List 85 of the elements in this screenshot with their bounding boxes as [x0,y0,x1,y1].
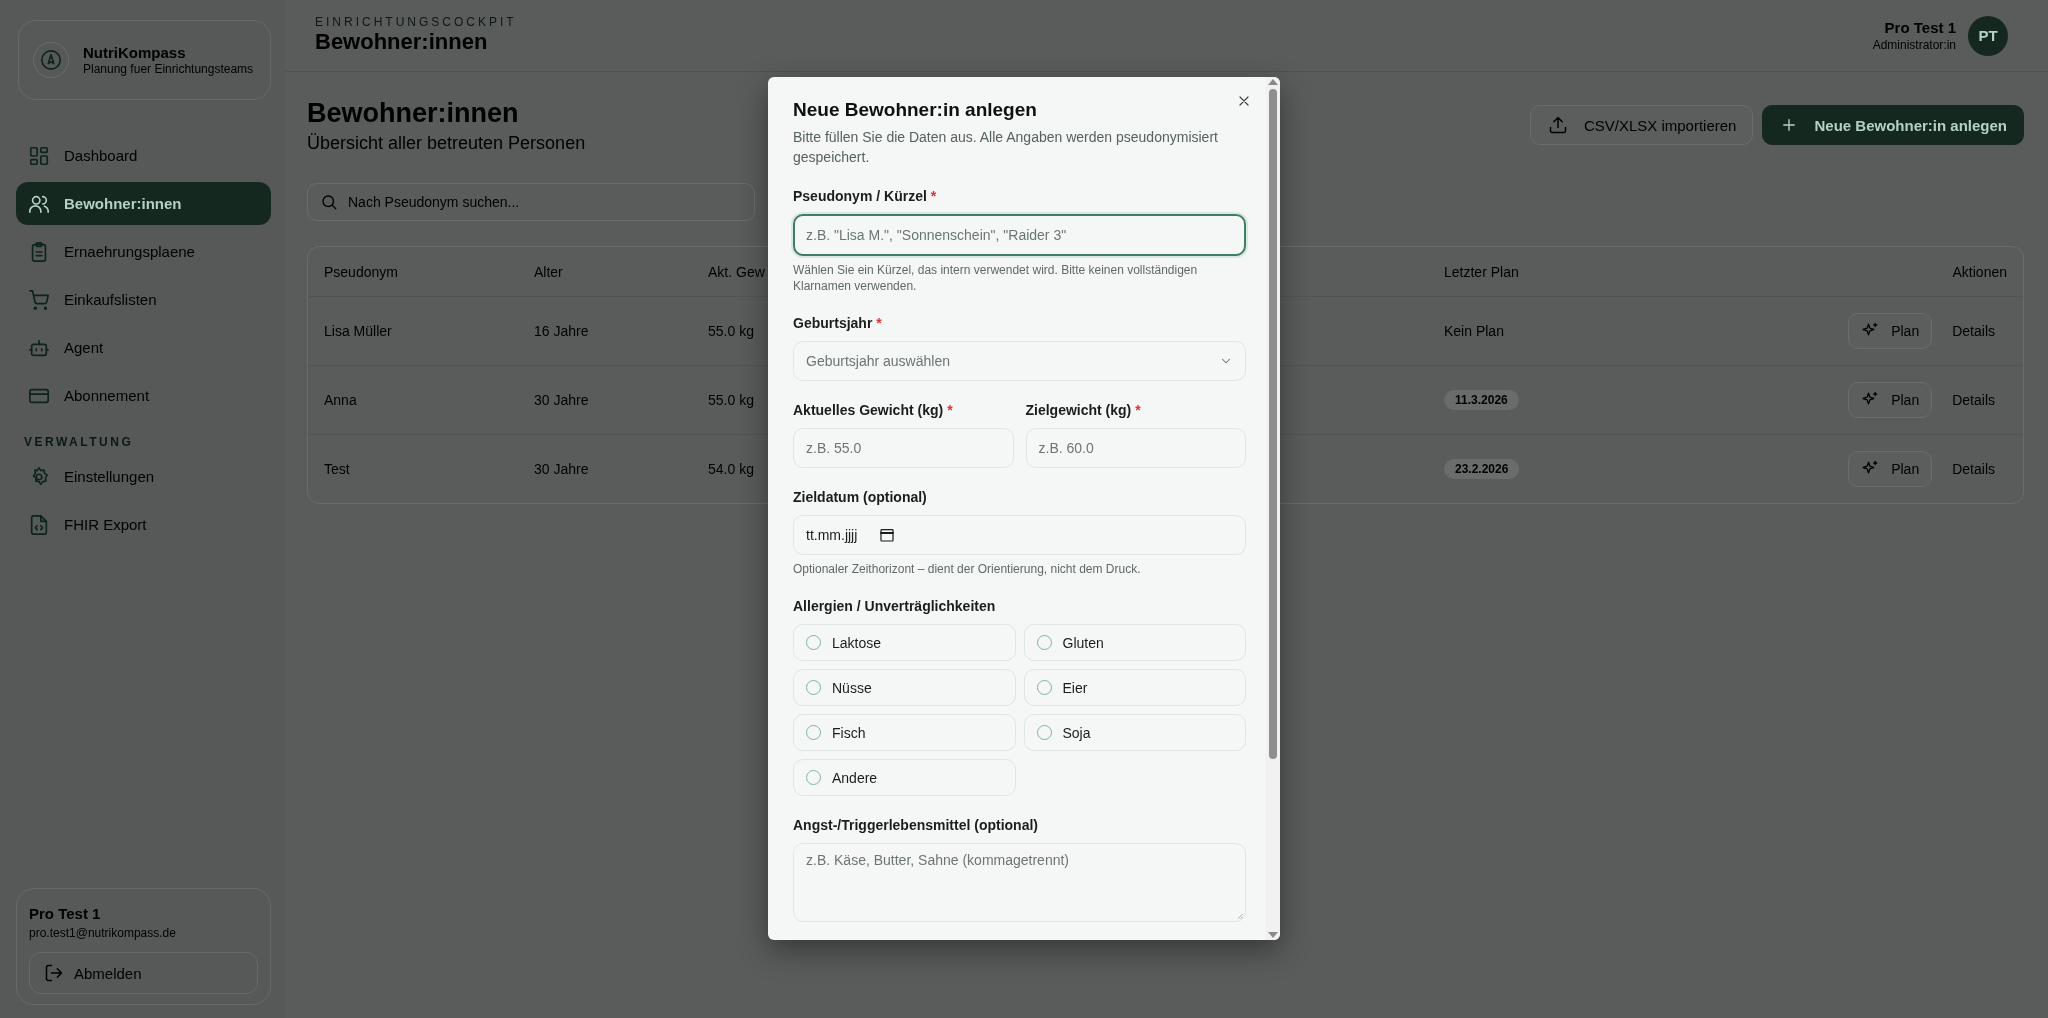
user-name: Pro Test 1 [29,905,102,922]
user-name: Pro Test 1 [1883,19,1956,36]
required-mark: * [930,188,937,204]
brand-tagline: Planung fuer Einrichtungsteams [83,61,254,77]
select-field[interactable]: Geburtsjahr auswählen [793,341,1246,381]
checkbox-option[interactable]: Nüsse [793,669,1016,706]
nav-item[interactable]: Ernaehrungsplaene [16,230,271,273]
nav-item[interactable]: Einkaufslisten [16,278,271,321]
table-cell: 30 Jahre [534,392,589,408]
table-cell: Kein Plan [1444,323,1504,339]
user-avatar[interactable]: PT [1968,15,2008,56]
section-label: VERWALTUNG [24,435,135,449]
required-mark: * [1135,402,1141,418]
dialog-title: Neue Bewohner:in anlegen [793,99,1038,121]
nav-item[interactable]: Dashboard [16,134,271,177]
calendar-icon [879,527,896,543]
field-label: Geburtsjahr [793,315,873,331]
column-header: Akt. Gew [708,263,765,280]
text-area[interactable]: z.B. Käse, Butter, Sahne (kommagetrennt) [793,843,1246,922]
new-resident-button[interactable]: Neue Bewohner:in anlegen [1762,105,2024,145]
field-hint: Wählen Sie ein Kürzel, das intern verwendet wird. Bitte keinen vollständigen Klarnamen verwenden. [793,262,1199,294]
field-label: Angst-/Triggerlebensmittel (optional) [793,817,1038,833]
date-badge: 11.3.2026 [1444,390,1519,410]
table-cell: Anna [324,392,357,408]
nav-item[interactable]: Agent [16,326,271,369]
header-eyebrow: EINRICHTUNGSCOCKPIT [315,14,517,29]
table-cell: 16 Jahre [534,323,589,339]
page-title: Bewohner:innen [307,98,520,129]
table-cell: 30 Jahre [534,461,589,477]
column-header: Pseudonym [324,263,398,280]
table-cell: 55.0 kg [708,323,754,339]
column-header: Aktionen [1952,263,2007,280]
details-link[interactable]: Details [1952,323,2007,339]
user-email: pro.test1@nutrikompass.de [29,926,177,940]
field-label: Zieldatum (optional) [793,489,927,505]
table-cell: Test [324,461,350,477]
field-label: Aktuelles Gewicht (kg) [793,402,944,418]
resize-grip-icon [1235,911,1243,919]
nav-item[interactable]: Abonnement [16,374,271,417]
field-label: Allergien / Unverträglichkeiten [793,598,996,614]
input-field[interactable]: z.B. "Lisa M.", "Sonnenschein", "Raider 3" [793,214,1246,256]
field-label: Pseudonym / Kürzel [793,188,927,204]
brand-name: NutriKompass [83,43,187,61]
plan-button[interactable]: Plan [1848,451,1933,487]
checkbox-option[interactable]: Andere [793,759,1016,796]
user-role: Administrator:in [1872,38,1956,52]
input-field[interactable]: z.B. 55.0 [793,428,1014,468]
upload-icon [1547,115,1568,135]
nav-item[interactable]: Bewohner:innen [16,182,271,225]
plan-button[interactable]: Plan [1848,382,1933,418]
dialog-description: Bitte füllen Sie die Daten aus. Alle Angaben werden pseudonymisiert gespeichert. [793,128,1219,167]
details-link[interactable]: Details [1952,461,2007,477]
cart-icon [28,288,50,311]
field-label: Zielgewicht (kg) [1025,402,1132,418]
date-field[interactable]: tt.mm.jjjj [793,515,1246,555]
checkbox-option[interactable]: Fisch [793,714,1016,751]
table-cell: 54.0 kg [708,461,754,477]
file-icon [28,513,50,536]
checkbox-option[interactable]: Soja [1023,714,1246,751]
grid-icon [28,144,50,167]
column-header: Letzter Plan [1444,263,1519,280]
plan-button[interactable]: Plan [1848,313,1933,349]
table-cell: Lisa Müller [324,323,392,339]
page-subtitle: Übersicht aller betreuten Personen [307,133,586,154]
compass-icon [40,49,62,71]
required-mark: * [947,402,953,418]
checkbox-option[interactable]: Laktose [793,624,1016,661]
search-field[interactable]: Nach Pseudonym suchen... [307,183,755,221]
nav-item[interactable]: FHIR Export [16,503,271,546]
field-hint: Optionaler Zeithorizont – dient der Orientierung, nicht dem Druck. [793,561,1142,577]
import-button[interactable]: CSV/XLSX importieren [1529,105,1754,145]
table-cell: 55.0 kg [708,392,754,408]
input-field[interactable]: z.B. 60.0 [1025,428,1246,468]
checkbox-option[interactable]: Gluten [1023,624,1246,661]
scrollbar[interactable] [1266,77,1280,940]
header-title: Bewohner:innen [315,28,489,55]
logout-button[interactable]: Abmelden [29,952,258,994]
checkbox-option[interactable]: Eier [1023,669,1246,706]
required-mark: * [876,315,882,331]
date-badge: 23.2.2026 [1444,459,1520,479]
logout-icon [44,963,64,983]
nav-item[interactable]: Einstellungen [16,455,271,498]
column-header: Alter [534,263,563,280]
details-link[interactable]: Details [1952,392,2007,408]
search-icon [320,193,338,211]
